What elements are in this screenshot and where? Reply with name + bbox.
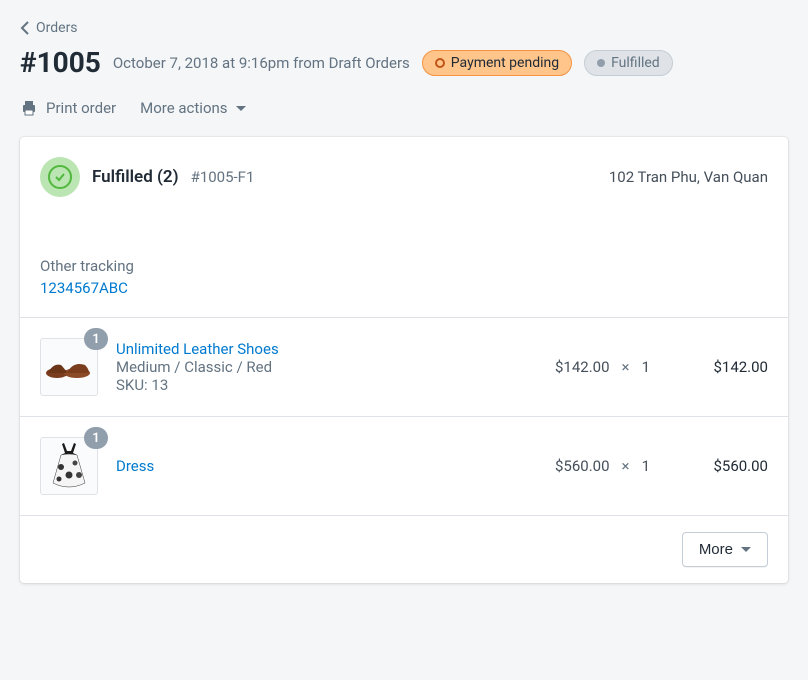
more-button-label: More: [699, 541, 733, 558]
more-actions-label: More actions: [140, 99, 227, 117]
payment-status-text: Payment pending: [451, 55, 559, 71]
shipping-address: 102 Tran Phu, Van Quan: [609, 168, 768, 186]
order-number: #1005: [20, 46, 101, 79]
line-item: 1 Dress $560.00 ×: [20, 416, 788, 515]
multiply-sign: ×: [622, 457, 630, 475]
quantity-badge: 1: [84, 328, 108, 350]
tracking-label: Other tracking: [40, 257, 768, 275]
thumb-wrap: 1: [40, 437, 98, 495]
circle-solid-icon: [597, 59, 605, 67]
chevron-down-icon: [741, 547, 751, 552]
multiply-sign: ×: [622, 358, 630, 376]
breadcrumb[interactable]: Orders: [20, 20, 788, 36]
print-order-button[interactable]: Print order: [20, 99, 116, 117]
fulfillment-id: #1005-F1: [191, 168, 255, 186]
printer-icon: [20, 99, 38, 117]
product-variant: Medium / Classic / Red: [116, 358, 537, 376]
thumb-wrap: 1: [40, 338, 98, 396]
fulfillment-title: Fulfilled (2): [92, 167, 179, 187]
line-total: $560.00: [668, 457, 768, 475]
product-name-link[interactable]: Unlimited Leather Shoes: [116, 340, 537, 358]
dress-icon: [49, 441, 89, 491]
more-actions-button[interactable]: More actions: [140, 99, 245, 117]
order-header: #1005 October 7, 2018 at 9:16pm from Dra…: [20, 46, 788, 79]
checkmark-circle-icon: [48, 165, 72, 189]
print-order-label: Print order: [46, 99, 116, 117]
price-calc: $560.00 × 1: [555, 457, 650, 475]
tracking-section: Other tracking 1234567ABC: [20, 197, 788, 318]
actions-row: Print order More actions: [20, 99, 788, 117]
item-info: Unlimited Leather Shoes Medium / Classic…: [116, 340, 537, 394]
more-button[interactable]: More: [682, 532, 768, 567]
fulfillment-status-badge: Fulfilled: [584, 50, 673, 76]
chevron-down-icon: [236, 106, 246, 111]
tracking-number-link[interactable]: 1234567ABC: [40, 279, 768, 297]
line-items: 1 Unlimited Leather Shoes Medium / Class…: [20, 318, 788, 515]
line-total: $142.00: [668, 358, 768, 376]
quantity-badge: 1: [84, 427, 108, 449]
line-item: 1 Unlimited Leather Shoes Medium / Class…: [20, 318, 788, 416]
card-footer: More: [20, 515, 788, 583]
fulfillment-card: Fulfilled (2) #1005-F1 102 Tran Phu, Van…: [20, 137, 788, 583]
breadcrumb-label: Orders: [36, 20, 78, 36]
product-sku: SKU: 13: [116, 376, 537, 394]
fulfillment-status-text: Fulfilled: [611, 55, 660, 71]
quantity: 1: [642, 457, 650, 475]
chevron-left-icon: [20, 21, 30, 35]
price-calc: $142.00 × 1: [555, 358, 650, 376]
product-name-link[interactable]: Dress: [116, 457, 537, 475]
unit-price: $560.00: [555, 457, 610, 475]
item-info: Dress: [116, 457, 537, 475]
quantity: 1: [642, 358, 650, 376]
circle-hollow-icon: [435, 58, 445, 68]
unit-price: $142.00: [555, 358, 610, 376]
fulfillment-header: Fulfilled (2) #1005-F1 102 Tran Phu, Van…: [20, 137, 788, 197]
order-date: October 7, 2018 at 9:16pm from Draft Ord…: [113, 54, 410, 72]
shoes-icon: [45, 351, 93, 383]
payment-status-badge: Payment pending: [422, 50, 572, 76]
fulfilled-icon-wrap: [40, 157, 80, 197]
